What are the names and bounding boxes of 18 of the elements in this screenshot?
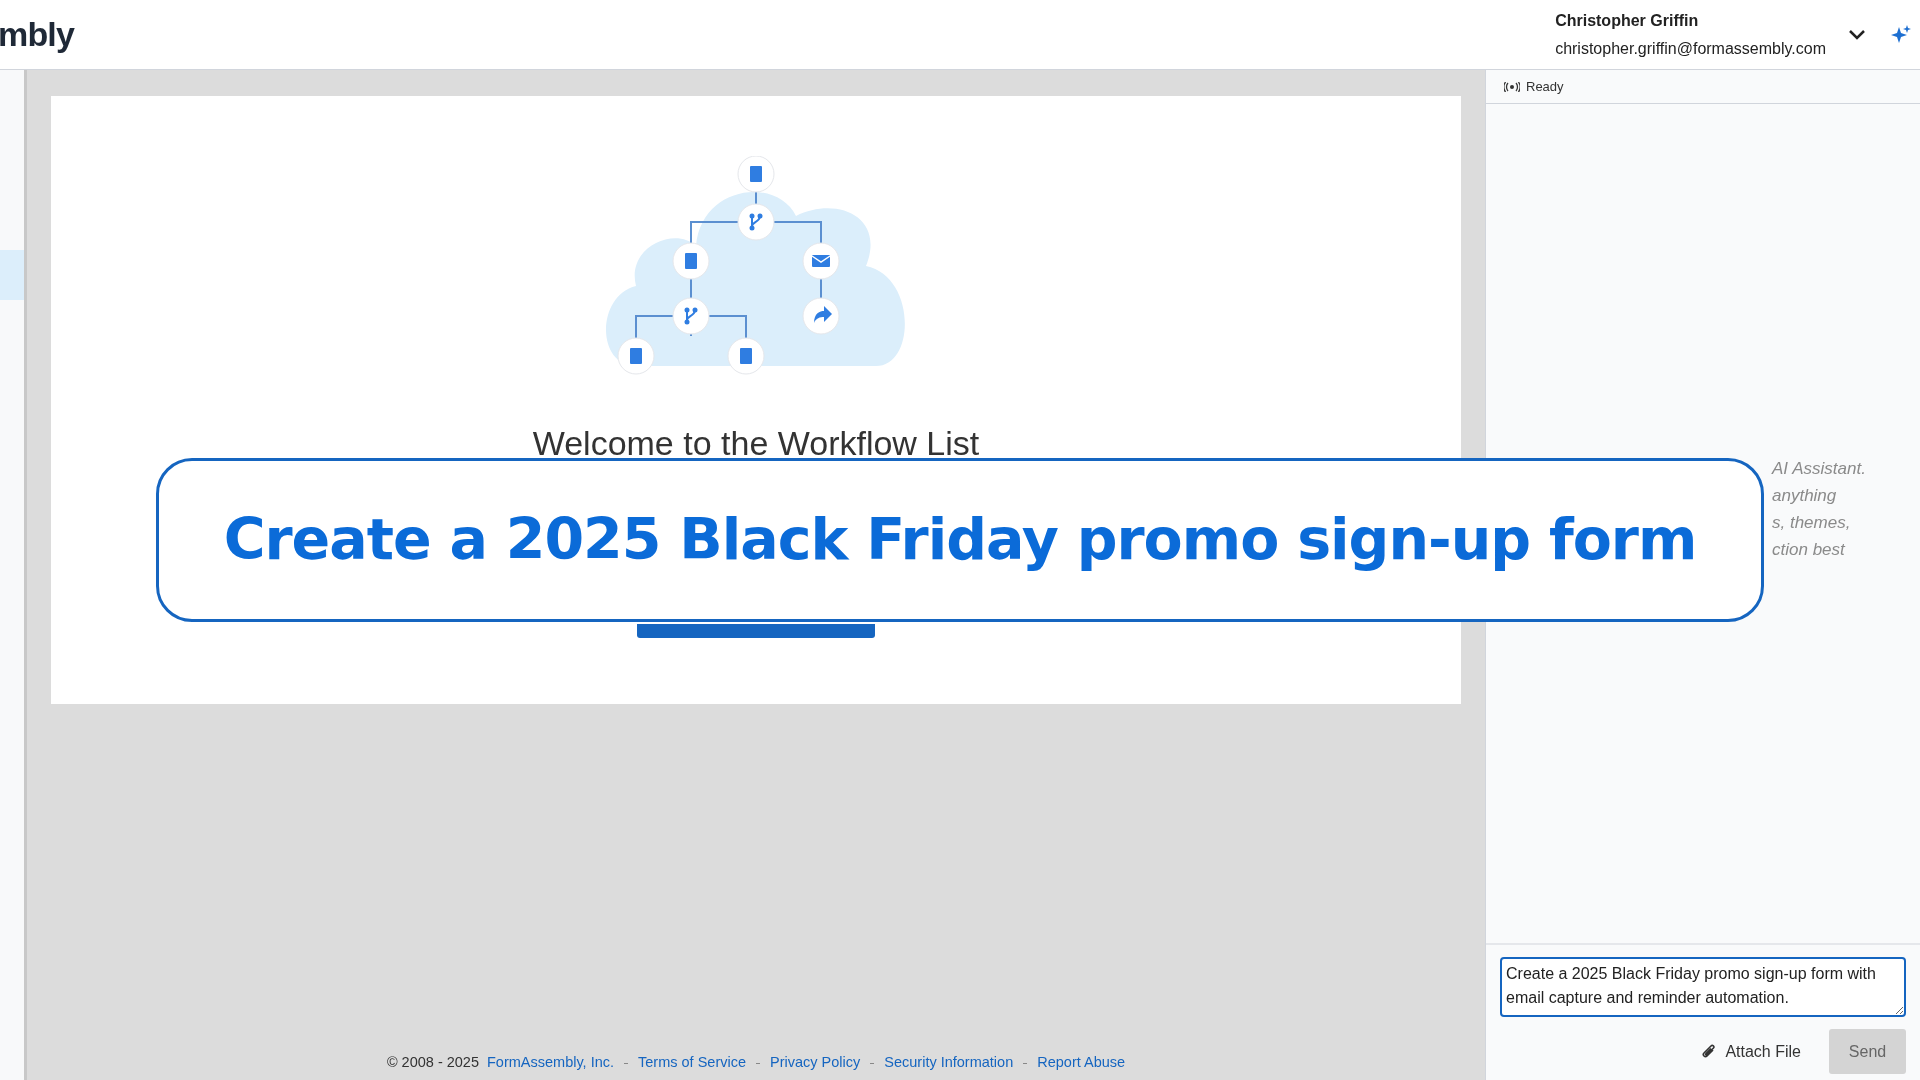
intro-text-line: anything	[1772, 485, 1838, 506]
caption-text: Create a 2025 Black Friday promo sign-up form	[223, 505, 1697, 575]
footer-link[interactable]: Terms of Service	[638, 1052, 747, 1074]
footer-link[interactable]: Report Abuse	[1037, 1052, 1126, 1074]
status-text: Ready	[1526, 77, 1564, 96]
intro-text-line: AI Assistant.	[1772, 458, 1867, 479]
logo-text: mbly	[0, 14, 74, 55]
footer-link[interactable]: Security Information	[884, 1052, 1014, 1074]
footer-link[interactable]: FormAssembly, Inc.	[487, 1052, 615, 1074]
page-heading: Welcome to the Workflow List	[532, 423, 980, 464]
footer-link[interactable]: Privacy Policy	[770, 1052, 861, 1074]
intro-text-line: ction best	[1772, 539, 1847, 560]
user-name: Christopher Griffin	[1555, 10, 1700, 31]
intro-text-line: s, themes,	[1772, 512, 1852, 533]
attach-file-button[interactable]: Attach File	[1701, 1039, 1801, 1064]
user-email: christopher.griffin@formassembly.com	[1555, 38, 1826, 59]
message-input-field[interactable]: Create a 2025 Black Friday promo sign-up form with email capture and reminder automation.	[1500, 957, 1906, 1017]
copyright-text: © 2008 - 2025	[386, 1053, 479, 1073]
